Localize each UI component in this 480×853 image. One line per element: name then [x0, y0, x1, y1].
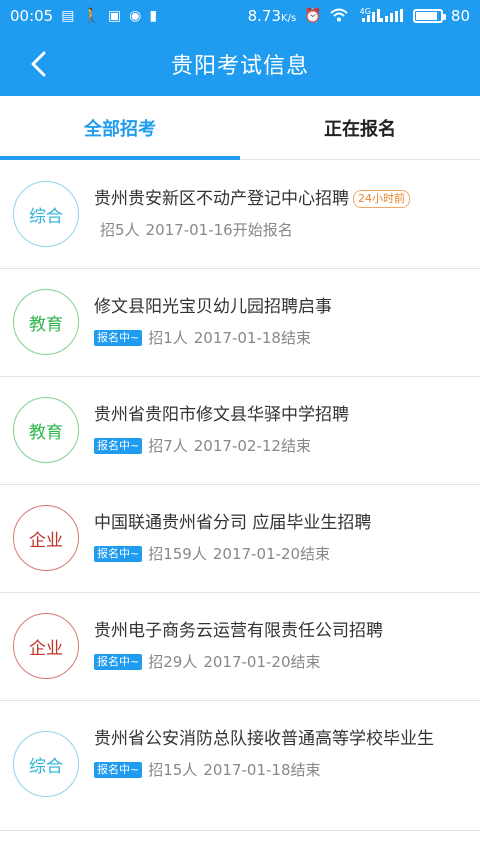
tab-bar: 全部招考 正在报名	[0, 96, 480, 160]
item-date: 2017-02-12结束	[193, 437, 311, 455]
item-title: 贵州省公安消防总队接收普通高等学校毕业生	[94, 729, 434, 749]
page-title: 贵阳考试信息	[170, 54, 309, 79]
briefcase-icon: ▣	[107, 8, 122, 24]
new-badge: 24小时前	[353, 190, 410, 208]
alarm-icon: ⏰	[304, 8, 322, 24]
item-title: 贵州电子商务云运营有限责任公司招聘	[94, 621, 383, 641]
category-badge: 企业	[13, 505, 79, 571]
item-count: 招15人	[148, 761, 198, 779]
battery-level: 80	[450, 7, 470, 25]
list-item[interactable]: 企业 贵州电子商务云运营有限责任公司招聘 报名中~ 招29人 2017-01-2…	[0, 593, 480, 701]
app-bar: 贵阳考试信息	[0, 32, 480, 96]
status-time: 00:05	[10, 7, 54, 25]
network-speed: 8.73K/s	[247, 7, 297, 25]
item-date: 2017-01-16开始报名	[145, 221, 293, 239]
list-item[interactable]: 综合 贵州贵安新区不动产登记中心招聘 24小时前 招5人 2017-01-16开始…	[0, 161, 480, 269]
item-count: 招159人	[148, 545, 207, 563]
item-title: 修文县阳光宝贝幼儿园招聘启事	[94, 297, 332, 317]
signal-icon	[379, 8, 405, 25]
category-badge: 综合	[13, 181, 79, 247]
item-date: 2017-01-20结束	[203, 653, 321, 671]
status-badge: 报名中~	[94, 545, 143, 562]
category-badge: 教育	[13, 289, 79, 355]
item-date: 2017-01-20结束	[212, 545, 331, 563]
category-badge: 教育	[13, 397, 79, 463]
item-count: 招1人	[148, 329, 188, 347]
battery-icon	[412, 9, 446, 23]
status-bar: 00:05 ▤ 🚶 ▣ ◉ ▮ 8.73K/s ⏰ 4G 80	[0, 0, 480, 32]
category-badge: 综合	[13, 731, 79, 797]
back-button[interactable]	[18, 44, 58, 84]
item-count: 招7人	[148, 437, 188, 455]
exam-list: 综合 贵州贵安新区不动产登记中心招聘 24小时前 招5人 2017-01-16开始…	[0, 161, 480, 831]
item-date: 2017-01-18结束	[193, 329, 311, 347]
status-badge: 报名中~	[94, 437, 143, 454]
wifi-icon	[329, 8, 348, 25]
app-notification-icon: ◉	[129, 8, 142, 24]
item-title: 贵州省贵阳市修文县华驿中学招聘	[94, 405, 349, 425]
status-badge: 报名中~	[94, 653, 143, 670]
chevron-left-icon	[31, 51, 46, 77]
item-date: 2017-01-18结束	[203, 761, 321, 779]
network-badge: 4G	[359, 6, 371, 16]
item-title: 中国联通贵州省分司 应届毕业生招聘	[94, 513, 372, 533]
item-title: 贵州贵安新区不动产登记中心招聘	[94, 189, 349, 209]
list-item[interactable]: 教育 修文县阳光宝贝幼儿园招聘启事 报名中~ 招1人 2017-01-18结束	[0, 269, 480, 377]
walking-icon: 🚶	[82, 8, 100, 24]
battery-saver-icon: ▮	[149, 8, 158, 24]
item-count: 招5人	[100, 221, 140, 239]
list-item[interactable]: 综合 贵州省公安消防总队接收普通高等学校毕业生 报名中~ 招15人 2017-0…	[0, 701, 480, 831]
list-item[interactable]: 企业 中国联通贵州省分司 应届毕业生招聘 报名中~ 招159人 2017-01-…	[0, 485, 480, 593]
list-item[interactable]: 教育 贵州省贵阳市修文县华驿中学招聘 报名中~ 招7人 2017-02-12结束	[0, 377, 480, 485]
reader-app-icon: ▤	[61, 8, 75, 24]
category-badge: 企业	[13, 613, 79, 679]
tab-all-exams[interactable]: 全部招考	[0, 96, 240, 160]
status-badge: 报名中~	[94, 761, 143, 778]
item-count: 招29人	[148, 653, 198, 671]
tab-registering[interactable]: 正在报名	[240, 96, 480, 159]
status-badge: 报名中~	[94, 329, 143, 346]
